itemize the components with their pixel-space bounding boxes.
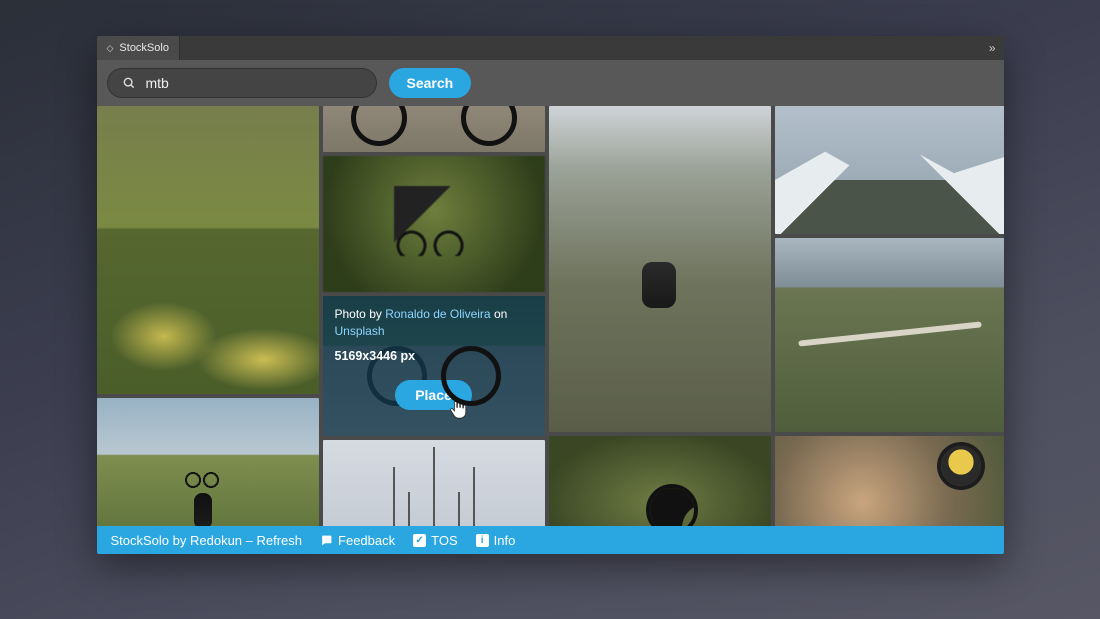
result-thumbnail[interactable] bbox=[97, 106, 319, 394]
search-icon bbox=[122, 76, 136, 90]
place-button[interactable]: Place bbox=[395, 380, 472, 410]
diamond-icon: ◇ bbox=[107, 43, 114, 54]
document-icon: ✓ bbox=[413, 534, 426, 547]
place-button-wrap: Place bbox=[335, 365, 533, 426]
result-thumbnail[interactable] bbox=[323, 156, 545, 292]
tab-stocksolo[interactable]: ◇ StockSolo bbox=[97, 36, 180, 60]
tab-title: StockSolo bbox=[119, 42, 169, 54]
result-thumbnail[interactable] bbox=[775, 436, 1004, 526]
search-bar: Search bbox=[97, 60, 1004, 106]
tab-bar: ◇ StockSolo » bbox=[97, 36, 1004, 60]
search-button[interactable]: Search bbox=[389, 68, 472, 98]
result-thumbnail[interactable] bbox=[775, 106, 1004, 234]
collapse-button[interactable]: » bbox=[979, 36, 1004, 60]
credit-prefix: Photo by bbox=[335, 307, 386, 321]
refresh-link[interactable]: Refresh bbox=[257, 533, 303, 548]
result-thumbnail[interactable] bbox=[775, 238, 1004, 432]
tabbar-spacer bbox=[180, 36, 979, 60]
chevron-right-double-icon: » bbox=[989, 41, 994, 55]
grid-column-2: Photo by Ronaldo de Oliveira on Unsplash… bbox=[323, 106, 545, 526]
tos-link[interactable]: ✓ TOS bbox=[413, 533, 458, 548]
photo-source-link[interactable]: Unsplash bbox=[335, 324, 385, 338]
info-label: Info bbox=[494, 533, 516, 548]
grid-column-1 bbox=[97, 106, 319, 526]
footer-bar: StockSolo by Redokun – Refresh Feedback … bbox=[97, 526, 1004, 554]
result-overlay: Photo by Ronaldo de Oliveira on Unsplash… bbox=[323, 296, 545, 436]
result-thumbnail-active[interactable]: Photo by Ronaldo de Oliveira on Unsplash… bbox=[323, 296, 545, 436]
feedback-label: Feedback bbox=[338, 533, 395, 548]
grid-column-3 bbox=[549, 106, 771, 526]
feedback-link[interactable]: Feedback bbox=[320, 533, 395, 548]
result-thumbnail[interactable] bbox=[97, 398, 319, 526]
footer-brand: StockSolo by Redokun – Refresh bbox=[111, 533, 303, 548]
photo-dimensions: 5169x3446 px bbox=[335, 347, 533, 365]
search-field[interactable] bbox=[107, 68, 377, 98]
info-icon: i bbox=[476, 534, 489, 547]
stocksolo-panel: ◇ StockSolo » Search bbox=[97, 36, 1004, 554]
info-link[interactable]: i Info bbox=[476, 533, 516, 548]
result-thumbnail[interactable] bbox=[323, 440, 545, 526]
results-grid: Photo by Ronaldo de Oliveira on Unsplash… bbox=[97, 106, 1004, 526]
footer-brand-text: StockSolo by Redokun bbox=[111, 533, 243, 548]
credit-on: on bbox=[491, 307, 508, 321]
tos-label: TOS bbox=[431, 533, 458, 548]
photo-author-link[interactable]: Ronaldo de Oliveira bbox=[385, 307, 490, 321]
footer-separator: – bbox=[242, 533, 256, 548]
grid-column-4 bbox=[775, 106, 1004, 526]
search-input[interactable] bbox=[146, 75, 362, 91]
result-thumbnail[interactable] bbox=[549, 106, 771, 432]
result-thumbnail[interactable] bbox=[549, 436, 771, 526]
result-thumbnail[interactable] bbox=[323, 106, 545, 152]
chat-icon bbox=[320, 534, 333, 547]
photo-credit: Photo by Ronaldo de Oliveira on Unsplash bbox=[335, 306, 533, 341]
